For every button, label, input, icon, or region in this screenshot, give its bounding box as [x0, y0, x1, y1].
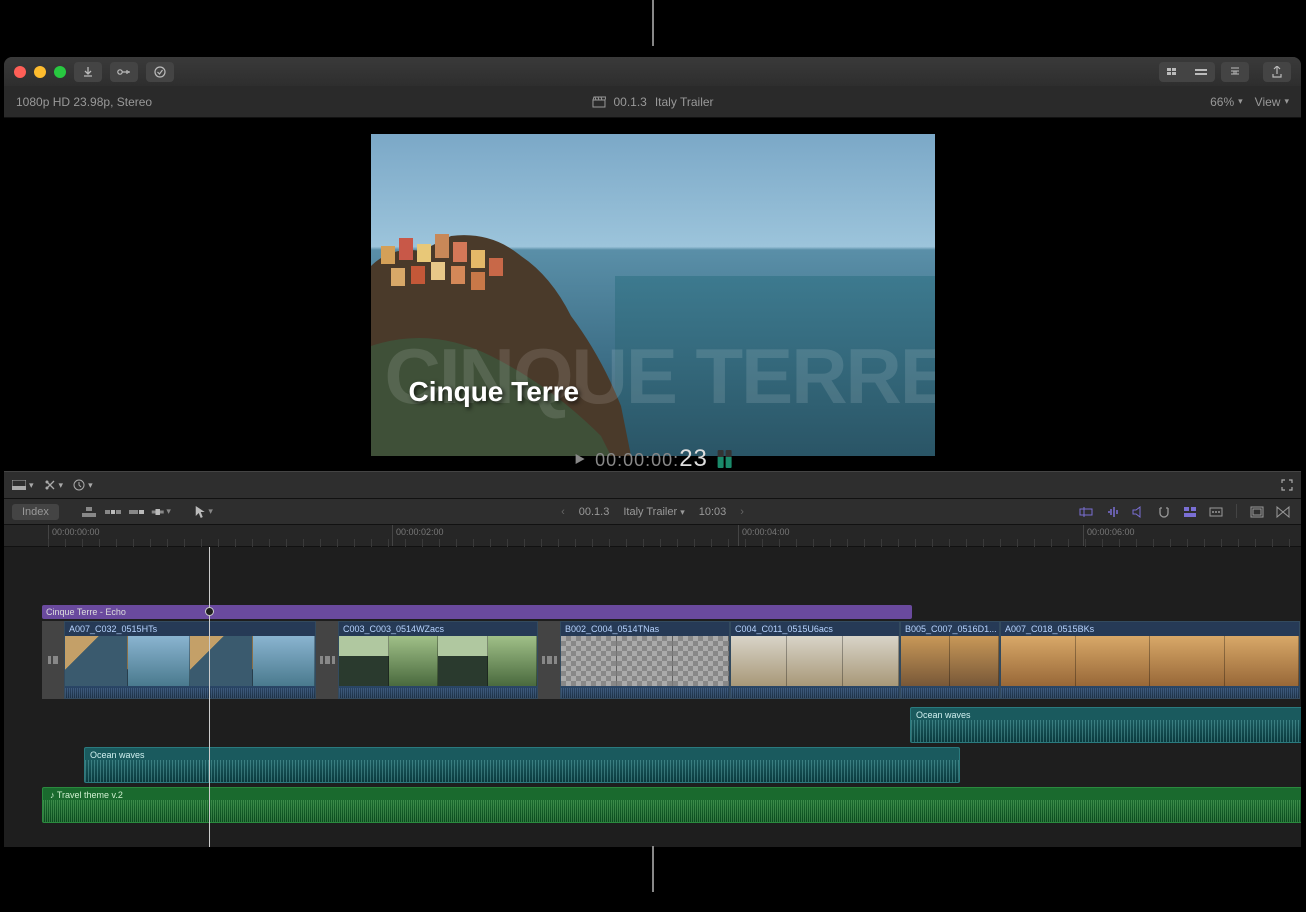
primary-storyline: A007_C032_0515HTs C003_C003_0514WZacs B0…: [42, 621, 1301, 699]
timecode-display: 00:00:00:23: [595, 445, 708, 473]
viewer-info-bar: 1080p HD 23.98p, Stereo 00.1.3 Italy Tra…: [4, 86, 1301, 118]
ruler-tick: 00:00:00:00: [48, 525, 100, 546]
clip-appearance-button[interactable]: [1206, 504, 1226, 520]
close-window-button[interactable]: [14, 66, 26, 78]
audio-skimming-button[interactable]: [1102, 504, 1122, 520]
append-edit-button[interactable]: [127, 504, 147, 520]
video-clip[interactable]: B002_C004_0514TNas: [560, 621, 730, 699]
timeline-toolbar-upper: ▾ ▾ ▾: [4, 471, 1301, 499]
inspector-toggle-button[interactable]: [1221, 62, 1249, 82]
select-tool[interactable]: ▾: [193, 504, 213, 520]
timeline-toolbar-lower: Index ▾ ▾ ‹ 00.1.3 Italy Trailer ▾ 10:03…: [4, 499, 1301, 525]
transition-clip[interactable]: [538, 621, 560, 699]
index-button[interactable]: Index: [12, 504, 59, 520]
ruler-tick: 00:00:02:00: [392, 525, 444, 546]
connect-edit-button[interactable]: [79, 504, 99, 520]
zoom-window-button[interactable]: [54, 66, 66, 78]
project-name: Italy Trailer: [655, 95, 714, 109]
playhead[interactable]: [209, 547, 210, 847]
effects-browser-button[interactable]: [1247, 504, 1267, 520]
zoom-dropdown[interactable]: 66%▾: [1210, 95, 1243, 109]
transitions-browser-button[interactable]: [1273, 504, 1293, 520]
video-clip[interactable]: C004_C011_0515U6acs: [730, 621, 900, 699]
transition-clip[interactable]: [42, 621, 64, 699]
timeline-nav-prev[interactable]: ‹: [561, 506, 565, 518]
skimming-button[interactable]: [1076, 504, 1096, 520]
insert-edit-button[interactable]: [103, 504, 123, 520]
timeline-toggle-button[interactable]: [1187, 62, 1215, 82]
callout-line-bottom: [652, 846, 654, 892]
timeline-project-code: 00.1.3: [579, 506, 610, 518]
format-label: 1080p HD 23.98p, Stereo: [16, 95, 152, 109]
timeline-nav-next[interactable]: ›: [740, 506, 744, 518]
window-titlebar: [4, 57, 1301, 86]
transition-clip[interactable]: [316, 621, 338, 699]
overwrite-edit-button[interactable]: ▾: [151, 504, 171, 520]
snapping-button[interactable]: [1154, 504, 1174, 520]
audio-meter: [718, 450, 732, 468]
audio-clip[interactable]: ♪ Travel theme v.2: [42, 787, 1301, 823]
browser-toggle-button[interactable]: [1159, 62, 1187, 82]
trim-menu[interactable]: ▾: [44, 479, 64, 491]
solo-button[interactable]: [1128, 504, 1148, 520]
ruler-tick: 00:00:06:00: [1083, 525, 1135, 546]
lane-button[interactable]: [1180, 504, 1200, 520]
preview-frame[interactable]: CINQUE TERRE Cinque Terre: [371, 134, 935, 456]
app-window: 1080p HD 23.98p, Stereo 00.1.3 Italy Tra…: [4, 57, 1301, 847]
transport-controls: 00:00:00:23: [573, 445, 732, 473]
timeline-project-menu[interactable]: Italy Trailer ▾: [623, 506, 684, 518]
play-icon[interactable]: [573, 453, 585, 465]
minimize-window-button[interactable]: [34, 66, 46, 78]
keyword-button[interactable]: [110, 62, 138, 82]
timeline-ruler[interactable]: 00:00:00:00 00:00:02:00 00:00:04:00 00:0…: [4, 525, 1301, 547]
import-button[interactable]: [74, 62, 102, 82]
title-main-text: Cinque Terre: [409, 376, 580, 408]
layout-menu[interactable]: ▾: [12, 480, 34, 491]
video-clip[interactable]: A007_C032_0515HTs: [64, 621, 316, 699]
view-dropdown[interactable]: View▾: [1255, 95, 1289, 109]
window-traffic-lights: [14, 66, 66, 78]
callout-line-top: [652, 0, 654, 46]
video-clip[interactable]: C003_C003_0514WZacs: [338, 621, 538, 699]
audio-clip[interactable]: Ocean waves: [910, 707, 1301, 743]
audio-clip[interactable]: Ocean waves: [84, 747, 960, 783]
timeline-duration: 10:03: [699, 506, 727, 518]
background-tasks-button[interactable]: [146, 62, 174, 82]
project-code: 00.1.3: [613, 95, 646, 109]
share-button[interactable]: [1263, 62, 1291, 82]
clapperboard-icon: [591, 96, 605, 108]
timeline-area[interactable]: Cinque Terre - Echo A007_C032_0515HTs C0…: [4, 547, 1301, 847]
retime-menu[interactable]: ▾: [73, 479, 93, 491]
video-clip[interactable]: A007_C018_0515BKs: [1000, 621, 1300, 699]
video-clip[interactable]: B005_C007_0516D1...: [900, 621, 1000, 699]
viewer-area: CINQUE TERRE Cinque Terre 00:00:00:23: [4, 118, 1301, 471]
fullscreen-button[interactable]: [1281, 479, 1293, 491]
title-clip[interactable]: Cinque Terre - Echo: [42, 605, 912, 619]
